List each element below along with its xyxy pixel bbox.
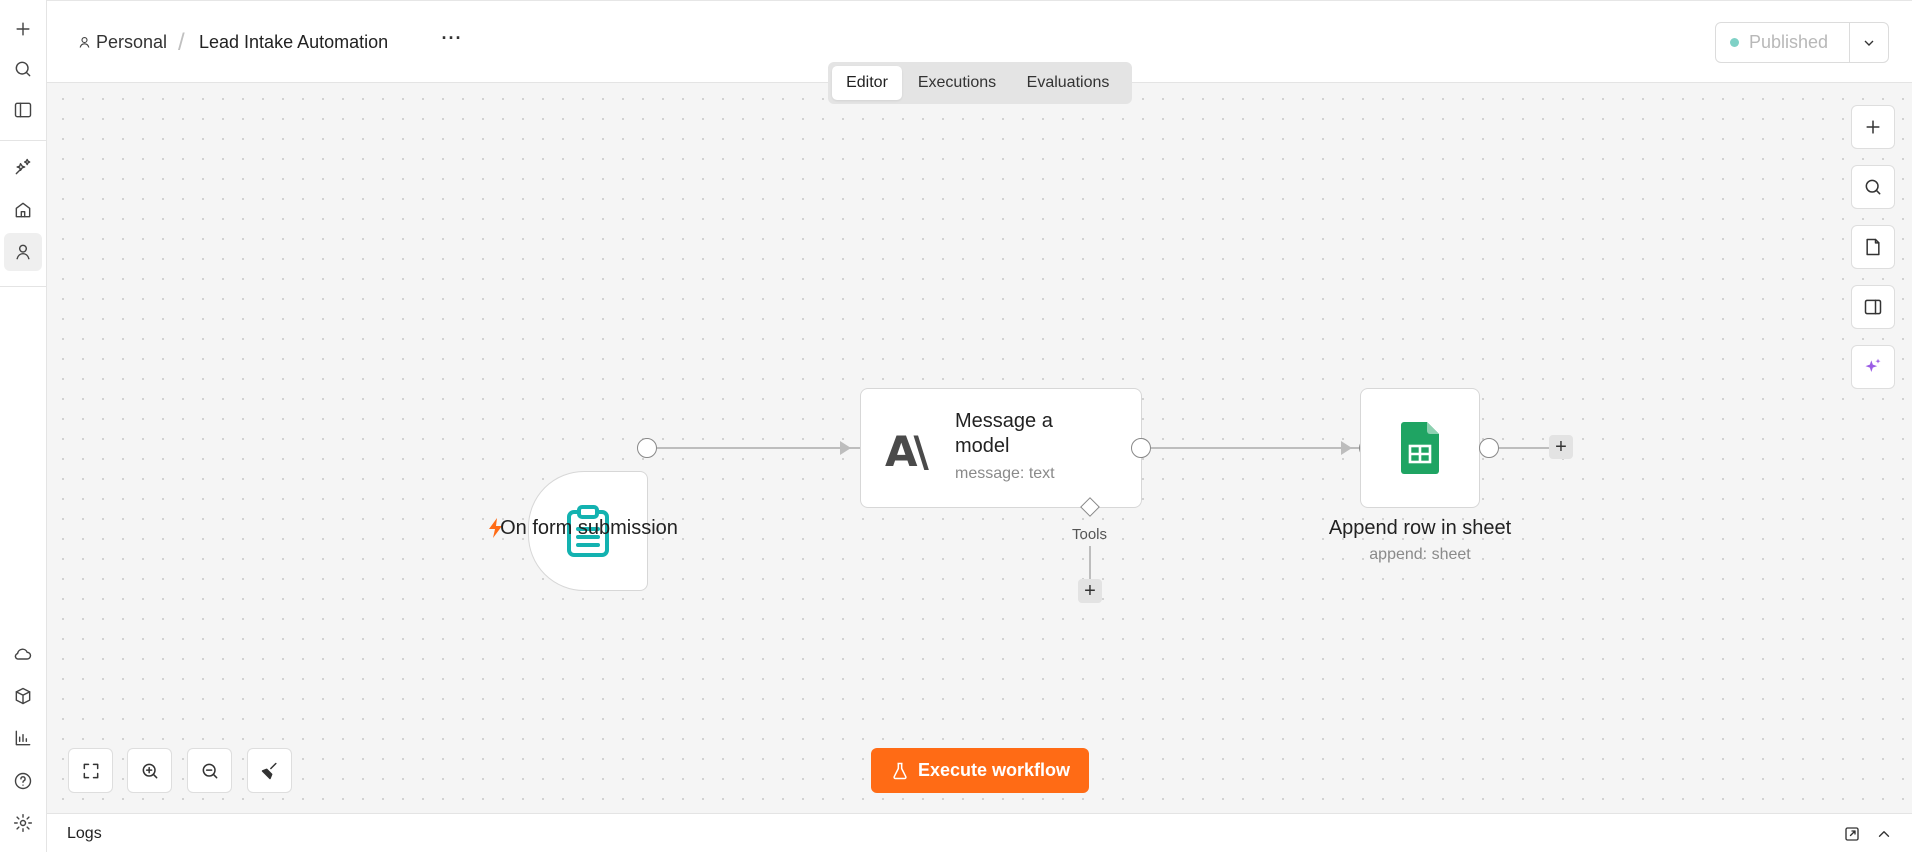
zoom-out-button[interactable]: [187, 748, 232, 793]
connection-arrow: [1341, 441, 1352, 455]
sheet-node-label: Append row in sheet: [1328, 517, 1512, 539]
breadcrumb-workspace[interactable]: Personal: [77, 32, 167, 53]
execute-workflow-label: Execute workflow: [917, 760, 1071, 780]
search-icon: [15, 61, 31, 77]
chevron-down-icon: [1864, 40, 1874, 46]
tab-evaluations[interactable]: Evaluations: [1012, 66, 1124, 100]
tab-editor[interactable]: Editor: [832, 66, 902, 100]
panel-right-icon: [1864, 299, 1882, 315]
logs-popout-button[interactable]: [1843, 825, 1861, 843]
plus-icon: [1866, 120, 1880, 134]
ai-output-handle[interactable]: [1131, 438, 1151, 458]
anthropic-logo-icon: A\: [885, 427, 929, 476]
ai-node-title: Message a model: [955, 410, 1053, 457]
breadcrumb-separator: /: [178, 29, 185, 56]
logs-expand-button[interactable]: [1875, 825, 1893, 843]
search-button[interactable]: [4, 50, 42, 88]
node-message-model[interactable]: A\ Message a model message: text: [860, 388, 1142, 508]
tab-executions[interactable]: Executions: [902, 66, 1012, 100]
more-options-button[interactable]: ···: [437, 25, 467, 51]
chevron-up-icon: [1878, 831, 1890, 837]
sparkle-icon: [1865, 358, 1881, 372]
bar-chart-icon: [15, 730, 31, 746]
publish-control: Published: [1715, 22, 1889, 63]
workflow-canvas[interactable]: On form submission A\ Message a model me…: [47, 83, 1912, 813]
trigger-output-handle[interactable]: [637, 438, 657, 458]
cloud-icon: [14, 648, 32, 660]
workspace-label: Personal: [96, 32, 168, 52]
search-nodes-button[interactable]: [1851, 165, 1895, 209]
package-icon: [15, 687, 31, 705]
flask-icon: [893, 762, 907, 779]
trigger-node-label: On form submission: [500, 517, 678, 539]
sticky-note-icon: [1866, 238, 1880, 256]
view-tabs: Editor Executions Evaluations: [828, 62, 1132, 104]
left-sidebar: [0, 0, 47, 852]
published-status-dot: [1730, 38, 1739, 47]
sparkle-icon: [15, 158, 31, 175]
connection-line: [1499, 447, 1549, 449]
user-icon: [16, 244, 30, 260]
logs-panel-bar[interactable]: Logs: [47, 813, 1912, 852]
new-item-button[interactable]: [4, 10, 42, 48]
logs-label: Logs: [67, 825, 102, 842]
published-label: Published: [1749, 32, 1829, 52]
home-icon: [15, 202, 31, 218]
sidebar-divider: [0, 140, 46, 141]
tidy-up-button[interactable]: [247, 748, 292, 793]
workflow-title[interactable]: Lead Intake Automation: [199, 32, 388, 53]
user-icon: [79, 36, 90, 48]
execute-workflow-button[interactable]: Execute workflow: [871, 748, 1089, 793]
add-next-node-button[interactable]: +: [1549, 435, 1573, 459]
connection-arrow: [840, 441, 851, 455]
add-tool-button[interactable]: +: [1078, 579, 1102, 603]
fit-view-icon: [83, 763, 98, 778]
sidebar-item-personal[interactable]: [4, 233, 42, 271]
sidebar-item-settings[interactable]: [4, 804, 42, 842]
sidebar-item-ai[interactable]: [4, 148, 42, 186]
panel-toggle-icon: [14, 102, 32, 118]
sidebar-item-home[interactable]: [4, 191, 42, 229]
broom-icon: [261, 762, 277, 779]
zoom-out-icon: [202, 763, 217, 778]
sidebar-item-insights[interactable]: [4, 719, 42, 757]
help-icon: [14, 772, 32, 790]
toggle-panel-button[interactable]: [1851, 285, 1895, 329]
toggle-sidebar-button[interactable]: [4, 91, 42, 129]
external-window-icon: [1845, 827, 1859, 841]
sticky-note-button[interactable]: [1851, 225, 1895, 269]
plus-icon: [16, 22, 30, 36]
ai-assistant-button[interactable]: [1851, 345, 1895, 389]
tools-label: Tools: [1072, 526, 1108, 543]
zoom-to-fit-button[interactable]: [68, 748, 113, 793]
zoom-in-button[interactable]: [127, 748, 172, 793]
sheet-output-handle[interactable]: [1479, 438, 1499, 458]
ai-node-subtitle: message: text: [955, 465, 1055, 482]
published-button[interactable]: Published: [1716, 23, 1850, 62]
sidebar-divider: [0, 286, 46, 287]
publish-dropdown-button[interactable]: [1850, 23, 1888, 62]
search-icon: [1865, 179, 1881, 195]
settings-icon: [13, 813, 33, 833]
sidebar-item-cloud[interactable]: [4, 635, 42, 673]
google-sheets-icon: [1401, 422, 1439, 474]
sidebar-item-help[interactable]: [4, 762, 42, 800]
sheet-node-subtitle: append: sheet: [1369, 546, 1471, 563]
zoom-in-icon: [142, 763, 157, 778]
node-append-row-sheet[interactable]: [1360, 388, 1480, 508]
sidebar-item-templates[interactable]: [4, 677, 42, 715]
add-node-button[interactable]: [1851, 105, 1895, 149]
